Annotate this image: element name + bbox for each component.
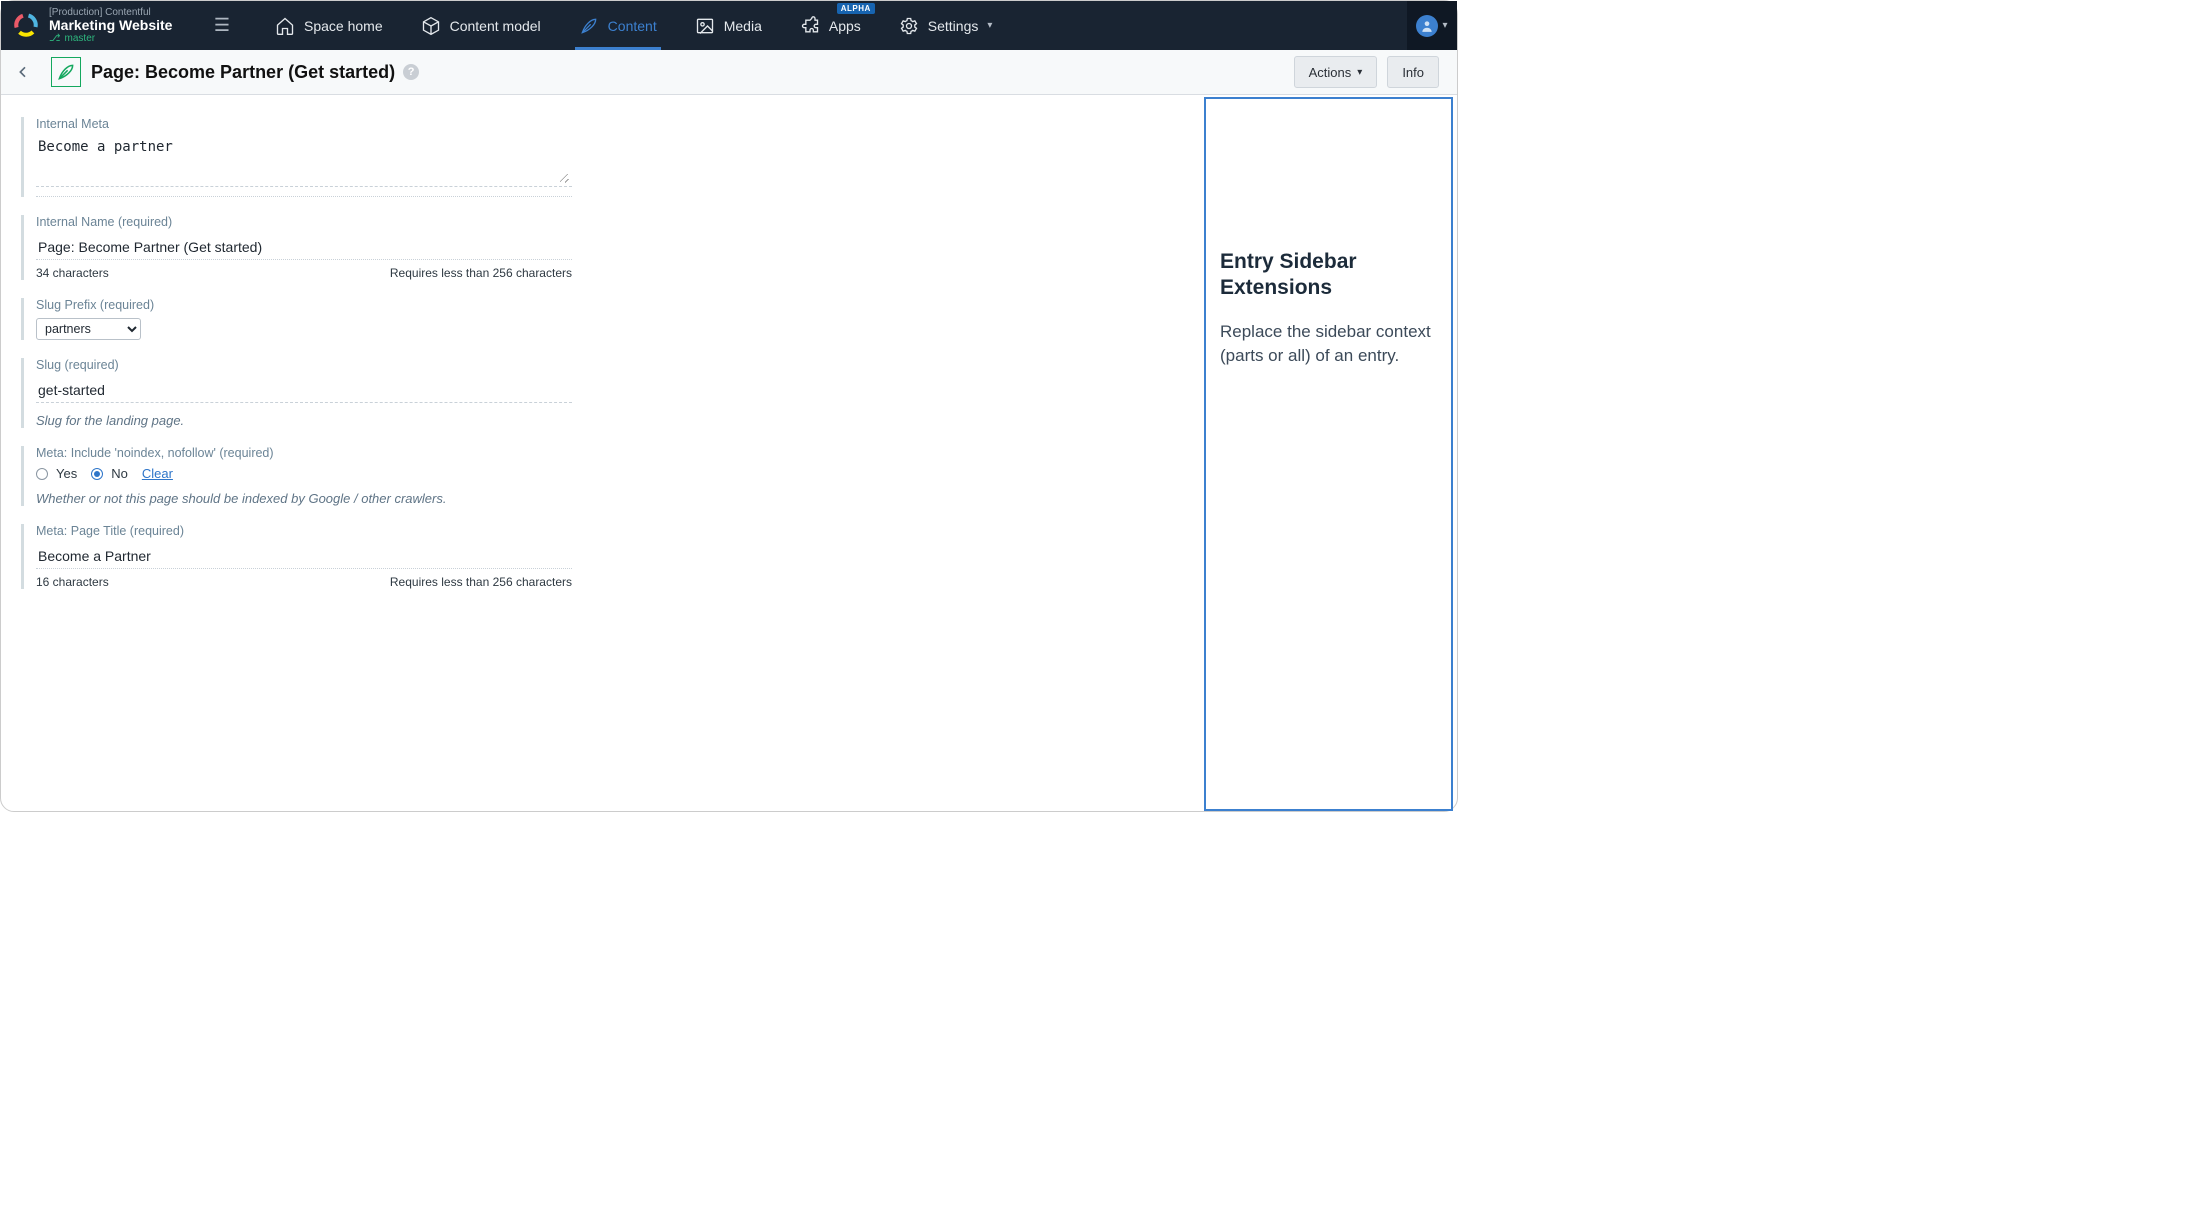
divider xyxy=(36,196,572,197)
page-title-input[interactable] xyxy=(36,544,572,569)
radio-no-label: No xyxy=(111,466,128,481)
char-limit: Requires less than 256 characters xyxy=(390,266,572,280)
char-count: 16 characters xyxy=(36,575,109,589)
radio-no[interactable] xyxy=(91,468,103,480)
field-internal-name: Internal Name (required) 34 characters R… xyxy=(21,215,576,280)
field-label: Meta: Page Title (required) xyxy=(36,524,576,538)
slug-prefix-select[interactable]: partners xyxy=(36,318,141,340)
gear-icon xyxy=(899,16,919,36)
nav-items: Space home Content model Content Media A… xyxy=(271,1,996,50)
nav-label: Media xyxy=(724,18,762,34)
clear-link[interactable]: Clear xyxy=(142,466,173,481)
internal-meta-input[interactable] xyxy=(36,137,572,187)
field-label: Internal Meta xyxy=(36,117,576,131)
contentful-logo-icon xyxy=(13,12,39,38)
branch-icon: ⎇ xyxy=(49,33,61,44)
nav-content[interactable]: Content xyxy=(575,1,661,50)
main-area: Internal Meta Internal Name (required) 3… xyxy=(1,95,1457,813)
field-label: Slug Prefix (required) xyxy=(36,298,576,312)
user-menu[interactable]: ▾ xyxy=(1407,1,1457,50)
field-help: Slug for the landing page. xyxy=(36,413,576,428)
field-help: Whether or not this page should be index… xyxy=(36,491,576,506)
nav-label: Apps xyxy=(829,18,861,34)
chevron-down-icon: ▾ xyxy=(1357,67,1362,78)
nav-settings[interactable]: Settings ▾ xyxy=(895,1,997,50)
radio-yes[interactable] xyxy=(36,468,48,480)
radio-yes-label: Yes xyxy=(56,466,77,481)
workbench-header: Page: Become Partner (Get started) ? Act… xyxy=(1,50,1457,95)
nav-label: Content model xyxy=(450,18,541,34)
sidebar-ext-title: Entry Sidebar Extensions xyxy=(1220,249,1437,302)
nav-apps[interactable]: Apps ALPHA xyxy=(796,1,865,50)
form-area: Internal Meta Internal Name (required) 3… xyxy=(1,95,1204,813)
info-button[interactable]: Info xyxy=(1387,56,1439,88)
nav-label: Settings xyxy=(928,18,979,34)
alpha-badge: ALPHA xyxy=(837,3,875,14)
brand-block[interactable]: [Production] Contentful Marketing Websit… xyxy=(1,7,201,44)
hamburger-icon[interactable]: ☰ xyxy=(201,15,243,36)
home-icon xyxy=(275,16,295,36)
char-limit: Requires less than 256 characters xyxy=(390,575,572,589)
space-name: Marketing Website xyxy=(49,18,172,33)
actions-button[interactable]: Actions ▾ xyxy=(1294,56,1378,88)
field-page-title: Meta: Page Title (required) 16 character… xyxy=(21,524,576,589)
nav-label: Space home xyxy=(304,18,383,34)
field-slug: Slug (required) Slug for the landing pag… xyxy=(21,358,576,428)
top-nav: [Production] Contentful Marketing Websit… xyxy=(1,1,1457,50)
puzzle-icon xyxy=(800,16,820,36)
avatar-icon xyxy=(1416,15,1438,37)
field-label: Slug (required) xyxy=(36,358,576,372)
entry-type-icon xyxy=(51,57,81,87)
feather-icon xyxy=(579,16,599,36)
branch-label: ⎇ master xyxy=(49,33,172,44)
field-internal-meta: Internal Meta xyxy=(21,117,576,197)
field-label: Meta: Include 'noindex, nofollow' (requi… xyxy=(36,446,576,460)
field-slug-prefix: Slug Prefix (required) partners xyxy=(21,298,576,340)
slug-input[interactable] xyxy=(36,378,572,403)
entry-title: Page: Become Partner (Get started) xyxy=(91,62,395,83)
internal-name-input[interactable] xyxy=(36,235,572,260)
nav-media[interactable]: Media xyxy=(691,1,766,50)
chevron-down-icon: ▾ xyxy=(987,20,992,31)
field-label: Internal Name (required) xyxy=(36,215,576,229)
nav-space-home[interactable]: Space home xyxy=(271,1,387,50)
nav-content-model[interactable]: Content model xyxy=(417,1,545,50)
sidebar-ext-body: Replace the sidebar context (parts or al… xyxy=(1220,320,1437,369)
nav-label: Content xyxy=(608,18,657,34)
sidebar-extension-box: Entry Sidebar Extensions Replace the sid… xyxy=(1204,97,1453,811)
back-button[interactable] xyxy=(9,58,37,86)
field-noindex: Meta: Include 'noindex, nofollow' (requi… xyxy=(21,446,576,506)
char-count: 34 characters xyxy=(36,266,109,280)
cube-icon xyxy=(421,16,441,36)
help-icon[interactable]: ? xyxy=(403,64,419,80)
chevron-down-icon: ▾ xyxy=(1442,20,1447,31)
image-icon xyxy=(695,16,715,36)
